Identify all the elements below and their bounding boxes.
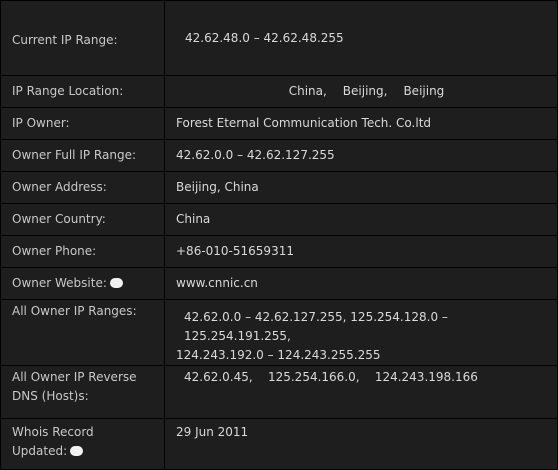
location-country: China, — [288, 84, 327, 98]
location-label: IP Range Location: — [0, 75, 165, 108]
reverse-dns-label-line-2: DNS (Host)s: — [12, 389, 89, 403]
location-city: Beijing — [403, 84, 445, 98]
location-value: China, Beijing, Beijing — [164, 75, 558, 108]
owner-phone-row: Owner Phone: +86-010-51659311 — [0, 235, 558, 268]
info-icon[interactable] — [70, 445, 84, 456]
owner-address-row: Owner Address: Beijing, China — [0, 171, 558, 204]
current-range-value: 42.62.48.0 – 42.62.48.255 — [164, 0, 558, 76]
owner-country-label: Owner Country: — [0, 203, 165, 236]
owner-phone-value: +86-010-51659311 — [164, 235, 558, 268]
owner-row: IP Owner: Forest Eternal Communication T… — [0, 107, 558, 140]
location-row: IP Range Location: China, Beijing, Beijing — [0, 75, 558, 108]
all-ranges-label: All Owner IP Ranges: — [0, 299, 165, 366]
owner-full-range-value: 42.62.0.0 – 42.62.127.255 — [164, 139, 558, 172]
reverse-dns-value: 42.62.0.45, 125.254.166.0, 124.243.198.1… — [164, 365, 558, 419]
info-icon[interactable] — [109, 277, 123, 288]
owner-website-label: Owner Website: — [12, 276, 107, 290]
owner-address-value: Beijing, China — [164, 171, 558, 204]
ip-info-table: Current IP Range: 42.62.48.0 – 42.62.48.… — [0, 0, 558, 470]
whois-value: 29 Jun 2011 — [164, 418, 558, 470]
whois-label-line-2: Updated: — [12, 444, 68, 458]
owner-phone-label: Owner Phone: — [0, 235, 165, 268]
owner-website-value[interactable]: www.cnnic.cn — [164, 267, 558, 300]
owner-country-value: China — [164, 203, 558, 236]
all-ranges-row: All Owner IP Ranges: 42.62.0.0 – 42.62.1… — [0, 299, 558, 366]
owner-value: Forest Eternal Communication Tech. Co.lt… — [164, 107, 558, 140]
all-ranges-line-1: 42.62.0.0 – 42.62.127.255, 125.254.128.0… — [184, 310, 448, 343]
current-range-label: Current IP Range: — [0, 0, 165, 76]
owner-address-label: Owner Address: — [0, 171, 165, 204]
reverse-dns-label: All Owner IP Reverse DNS (Host)s: — [0, 365, 165, 419]
owner-full-range-label: Owner Full IP Range: — [0, 139, 165, 172]
owner-label: IP Owner: — [0, 107, 165, 140]
current-range-row: Current IP Range: 42.62.48.0 – 42.62.48.… — [0, 0, 558, 76]
whois-label: Whois Record Updated: — [0, 418, 165, 470]
owner-website-label-cell: Owner Website: — [0, 267, 165, 300]
owner-country-row: Owner Country: China — [0, 203, 558, 236]
whois-row: Whois Record Updated: 29 Jun 2011 — [0, 418, 558, 470]
reverse-dns-label-line-1: All Owner IP Reverse — [12, 370, 137, 384]
all-ranges-line-2: 124.243.192.0 – 124.243.255.255 — [176, 348, 381, 362]
location-region: Beijing, — [342, 84, 388, 98]
all-ranges-value: 42.62.0.0 – 42.62.127.255, 125.254.128.0… — [164, 299, 558, 366]
reverse-dns-row: All Owner IP Reverse DNS (Host)s: 42.62.… — [0, 365, 558, 419]
owner-website-row: Owner Website: www.cnnic.cn — [0, 267, 558, 300]
whois-label-line-1: Whois Record — [12, 425, 94, 439]
owner-full-range-row: Owner Full IP Range: 42.62.0.0 – 42.62.1… — [0, 139, 558, 172]
